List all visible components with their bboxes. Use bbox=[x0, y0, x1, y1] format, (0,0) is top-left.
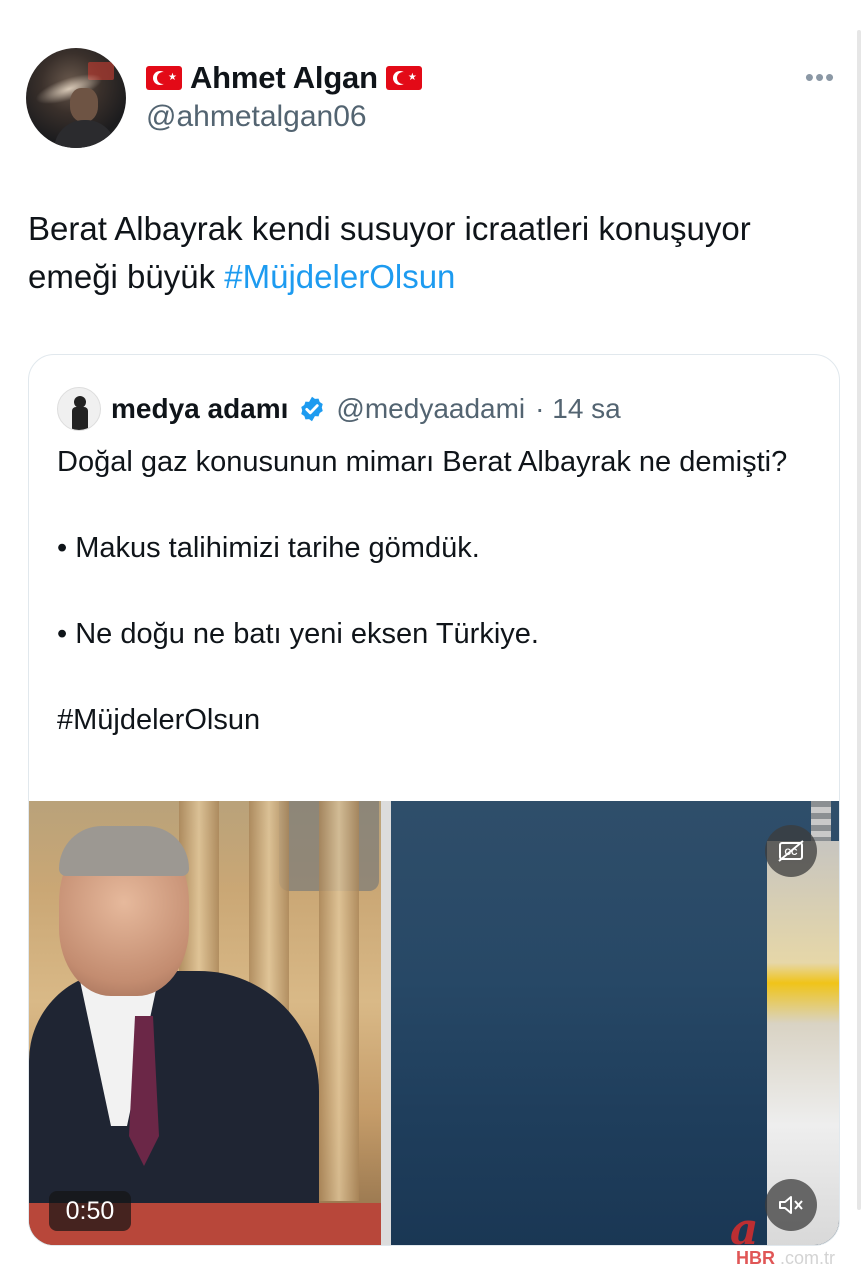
scrollbar[interactable] bbox=[857, 30, 861, 1210]
verified-badge-icon bbox=[301, 396, 324, 422]
turkey-flag-icon: ★ bbox=[146, 66, 182, 90]
quoted-line: Doğal gaz konusunun mimarı Berat Albayra… bbox=[57, 446, 788, 478]
video-player[interactable]: CC 0:50 bbox=[29, 801, 839, 1245]
avatar[interactable] bbox=[26, 48, 126, 148]
quoted-bullet: • Ne doğu ne batı yeni eksen Türkiye. bbox=[57, 618, 539, 650]
video-left-frame bbox=[29, 801, 381, 1245]
quoted-tweet-header: medya adamı @medyaadami · 14 sa bbox=[57, 387, 621, 431]
watermark-domain: .com.tr bbox=[780, 1248, 836, 1268]
tweet-text: Berat Albayrak kendi susuyor icraatleri … bbox=[28, 205, 828, 301]
quoted-bullet: • Makus talihimizi tarihe gömdük. bbox=[57, 532, 480, 564]
turkey-flag-icon: ★ bbox=[385, 66, 422, 90]
video-duration: 0:50 bbox=[49, 1191, 131, 1231]
captions-icon[interactable]: CC bbox=[765, 825, 817, 877]
author-name-row[interactable]: ★ Ahmet Algan ★ bbox=[146, 60, 422, 96]
watermark-brand: HBR bbox=[736, 1248, 775, 1268]
quoted-handle[interactable]: @medyaadami bbox=[336, 393, 525, 425]
quoted-display-name[interactable]: medya adamı bbox=[111, 393, 288, 425]
quoted-avatar[interactable] bbox=[57, 387, 101, 431]
hashtag-link[interactable]: #MüjdelerOlsun bbox=[224, 258, 455, 295]
author-handle[interactable]: @ahmetalgan06 bbox=[146, 100, 367, 134]
watermark-logo: a HBR .com.tr bbox=[730, 1204, 860, 1270]
quoted-timestamp[interactable]: · 14 sa bbox=[535, 393, 621, 425]
more-horizontal-icon[interactable]: ••• bbox=[800, 62, 840, 92]
author-display-name[interactable]: Ahmet Algan bbox=[190, 60, 378, 96]
quoted-tweet-text: Doğal gaz konusunun mimarı Berat Albayra… bbox=[57, 441, 817, 742]
quoted-hashtag[interactable]: #MüjdelerOlsun bbox=[57, 699, 817, 742]
quoted-tweet-card[interactable]: medya adamı @medyaadami · 14 sa Doğal ga… bbox=[28, 354, 840, 1246]
